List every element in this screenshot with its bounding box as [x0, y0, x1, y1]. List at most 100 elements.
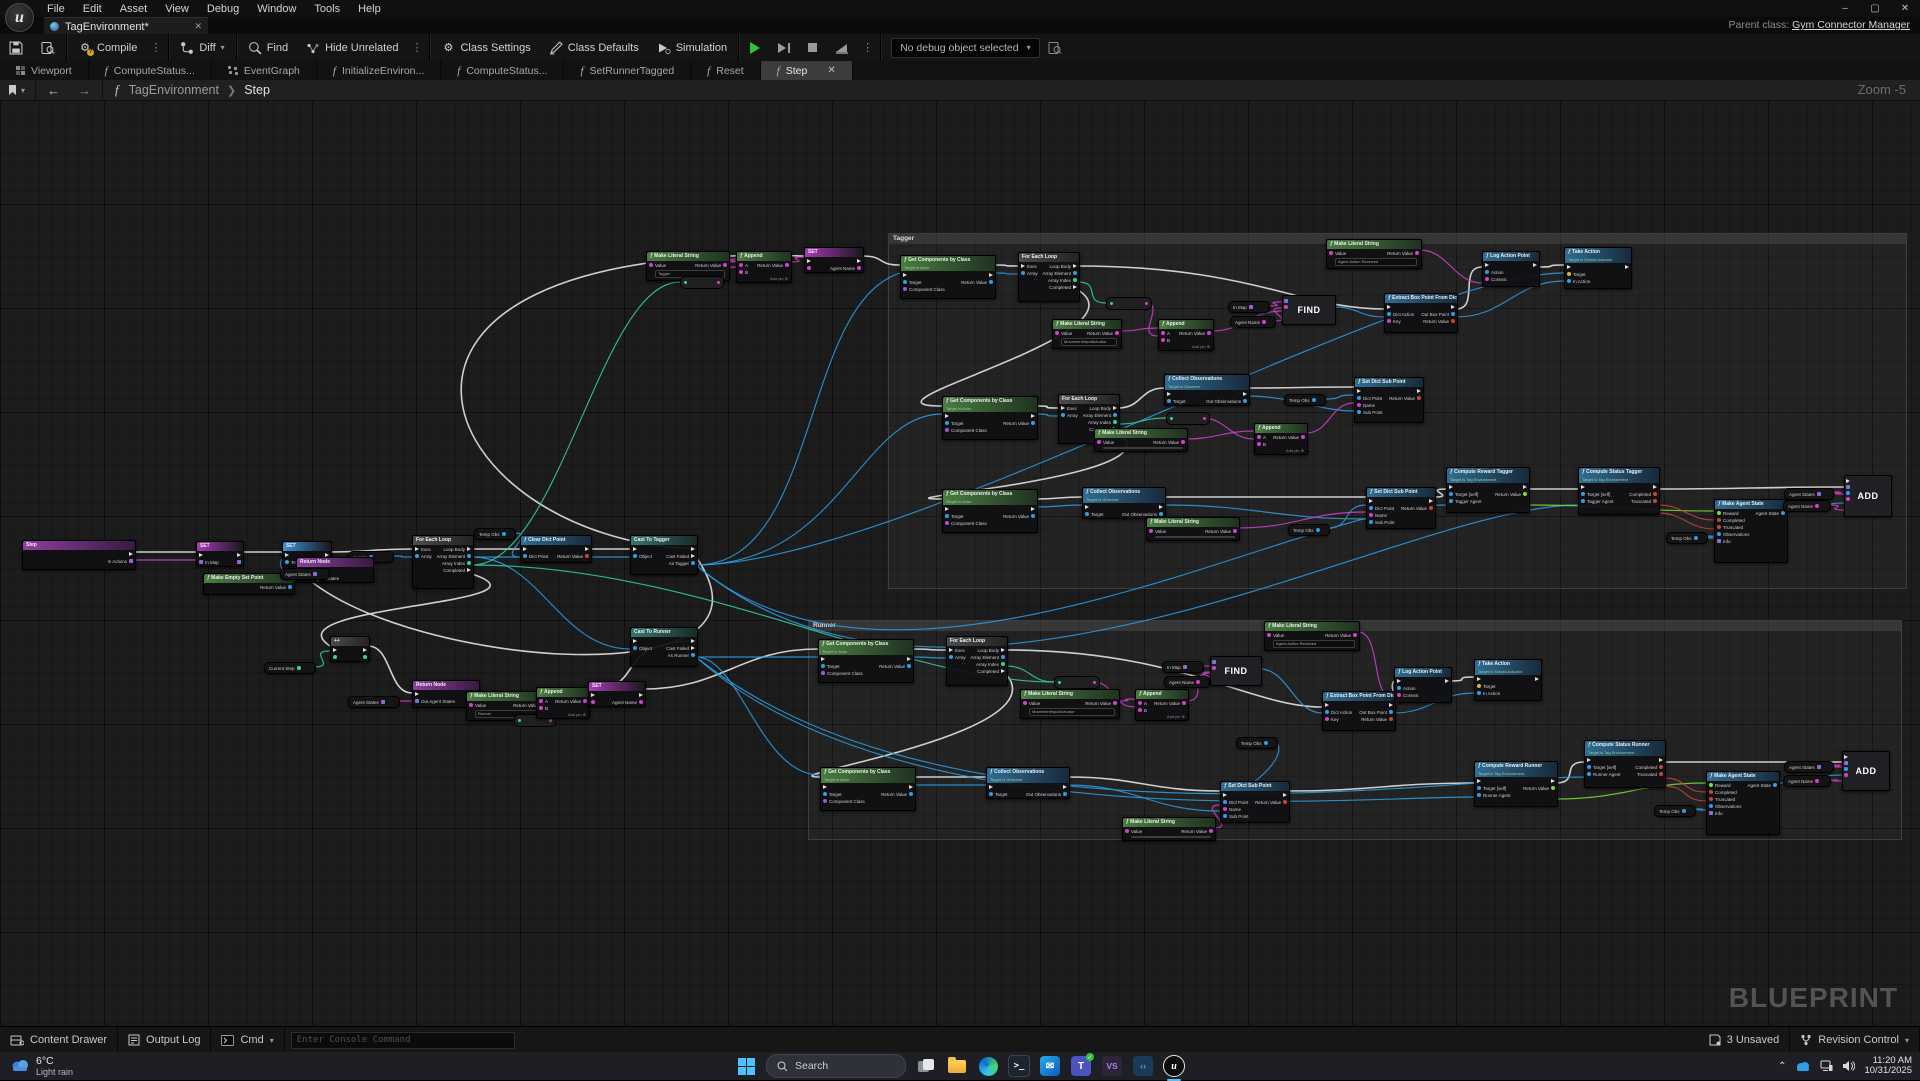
- parent-class-link[interactable]: Gym Connector Manager: [1792, 19, 1910, 31]
- graph-node-cast-to-runner[interactable]: Cast To RunnerObjectCast FailedAs Runner: [630, 627, 698, 667]
- node-value-box[interactable]: [1131, 836, 1211, 838]
- hide-unrelated-button[interactable]: Hide Unrelated: [297, 34, 407, 61]
- diff-button[interactable]: Diff ▾: [171, 34, 233, 61]
- graph-node-get-components-by-class[interactable]: ƒ Get Components by ClassTarget is Actor…: [820, 767, 916, 811]
- frame-skip-button[interactable]: [769, 34, 799, 61]
- variable-pill-temp-obs[interactable]: Temp Obs: [1666, 532, 1708, 544]
- variable-pill-current-step[interactable]: Current Step: [264, 662, 316, 674]
- compile-options-icon[interactable]: ⋮: [146, 41, 166, 54]
- variable-pill-agent-states[interactable]: Agent States: [1784, 488, 1834, 500]
- node-value-box[interactable]: [1103, 447, 1183, 449]
- add-pin-button[interactable]: Add pin ⊕: [537, 712, 589, 718]
- menu-tools[interactable]: Tools: [305, 1, 349, 17]
- graph-tab-reset[interactable]: fReset: [691, 61, 761, 80]
- console-command-input[interactable]: [291, 1032, 515, 1049]
- hide-unrelated-options-icon[interactable]: ⋮: [407, 41, 427, 54]
- graph-node-get-components-by-class[interactable]: ƒ Get Components by ClassTarget is Actor…: [942, 396, 1038, 440]
- node-value-box[interactable]: Agent Action Received: [1335, 258, 1417, 266]
- variable-pill-temp-obs[interactable]: Temp Obs: [474, 528, 516, 540]
- menu-view[interactable]: View: [156, 1, 198, 17]
- graph-node-set-dict-sub-point[interactable]: ƒ Set Dict Sub PointDict PointNameSub Po…: [1354, 377, 1424, 423]
- menu-help[interactable]: Help: [349, 1, 390, 17]
- menu-window[interactable]: Window: [248, 1, 305, 17]
- graph-node-set-dict-sub-point[interactable]: ƒ Set Dict Sub PointDict PointNameSub Po…: [1220, 781, 1290, 823]
- graph-node-append[interactable]: ƒ AppendABReturn ValueAdd pin ⊕: [1254, 423, 1308, 455]
- variable-pill-temp-obs[interactable]: Temp Obs: [1236, 737, 1278, 749]
- variable-pill-agent-states[interactable]: Agent States: [280, 568, 330, 580]
- add-pin-button[interactable]: Add pin ⊕: [1159, 344, 1213, 350]
- graph-node-extract-box-point-from-dict[interactable]: ƒ Extract Box Point From DictDict Action…: [1384, 293, 1458, 333]
- graph-node-set[interactable]: SETAgent Name: [804, 247, 864, 273]
- graph-node-log-action-point[interactable]: ƒ Log Action PointActionContext: [1394, 667, 1452, 703]
- task-view-button[interactable]: [915, 1055, 937, 1077]
- graph-node-collect-observations[interactable]: ƒ Collect ObservationsTarget is Observer…: [1082, 487, 1166, 519]
- conversion-node[interactable]: [1106, 297, 1152, 310]
- graph-node-make-literal-string[interactable]: ƒ Make Literal StringValueReturn ValueAg…: [1326, 239, 1422, 269]
- graph-node-collect-observations[interactable]: ƒ Collect ObservationsTarget is Observer…: [1164, 374, 1250, 406]
- graph-node-compute-reward-tagger[interactable]: ƒ Compute Reward TaggerTarget is Tag Env…: [1446, 467, 1530, 513]
- output-log-button[interactable]: Output Log: [118, 1027, 211, 1053]
- file-explorer-button[interactable]: [946, 1055, 968, 1077]
- add-pin-button[interactable]: Add pin ⊕: [1136, 714, 1188, 720]
- variable-pill-agent-name[interactable]: Agent Name: [1164, 676, 1210, 688]
- menu-debug[interactable]: Debug: [198, 1, 248, 17]
- graph-node-add[interactable]: ADD: [1842, 751, 1890, 791]
- graph-node-make-literal-string[interactable]: ƒ Make Literal StringValueReturn ValueAg…: [1264, 621, 1360, 651]
- variable-pill-in-map[interactable]: In Map: [1228, 301, 1270, 313]
- class-settings-button[interactable]: ⚙ Class Settings: [432, 34, 539, 61]
- add-pin-button[interactable]: Add pin ⊕: [737, 276, 791, 282]
- variable-pill-agent-states[interactable]: Agent States: [348, 696, 400, 708]
- graph-node-find[interactable]: FIND: [1210, 656, 1262, 686]
- menu-file[interactable]: File: [38, 1, 74, 17]
- asset-tab-close-icon[interactable]: ✕: [194, 21, 202, 32]
- graph-node-set[interactable]: SETIn Map: [196, 541, 244, 567]
- tray-expand-icon[interactable]: ⌃: [1778, 1061, 1786, 1072]
- graph-node-compute-status-tagger[interactable]: ƒ Compute Status TaggerTarget is Tag Env…: [1578, 467, 1660, 515]
- graph-tab-computestatus-[interactable]: fComputeStatus...: [441, 61, 564, 80]
- visual-studio-button[interactable]: VS: [1101, 1055, 1123, 1077]
- back-button[interactable]: ←: [38, 83, 69, 98]
- asset-tab[interactable]: TagEnvironment* ✕: [44, 17, 208, 35]
- graph-node-make-literal-string[interactable]: ƒ Make Literal StringValueReturn Value: [1094, 428, 1188, 452]
- graph-node-get-components-by-class[interactable]: ƒ Get Components by ClassTarget is Actor…: [900, 255, 996, 299]
- conversion-node[interactable]: [1054, 676, 1100, 689]
- edge-button[interactable]: [977, 1055, 999, 1077]
- unreal-engine-button[interactable]: u: [1163, 1055, 1185, 1077]
- conversion-node[interactable]: [1166, 412, 1210, 425]
- graph-node-find[interactable]: FIND: [1282, 295, 1336, 325]
- graph-node-log-action-point[interactable]: ƒ Log Action PointActionContext: [1482, 251, 1540, 287]
- graph-node-make-agent-state[interactable]: ƒ Make Agent StateRewardCompletedTruncat…: [1714, 499, 1788, 563]
- graph-node-set[interactable]: SETAgent Name: [588, 681, 646, 707]
- node-value-box[interactable]: MovementInputActuator: [1061, 338, 1117, 346]
- graph-node-make-literal-string[interactable]: ƒ Make Literal StringValueReturn ValueMo…: [1020, 689, 1120, 719]
- graph-tab-viewport[interactable]: Viewport: [0, 61, 89, 80]
- graph-tab-initializeenviron-[interactable]: fInitializeEnviron...: [317, 61, 441, 80]
- graph-node-get-components-by-class[interactable]: ƒ Get Components by ClassTarget is Actor…: [818, 639, 914, 683]
- graph-node-get-components-by-class[interactable]: ƒ Get Components by ClassTarget is Actor…: [942, 489, 1038, 533]
- unsaved-button[interactable]: 3 Unsaved: [1699, 1027, 1791, 1053]
- find-button[interactable]: Find: [239, 34, 297, 61]
- graph-node-append[interactable]: ƒ AppendABReturn ValueAdd pin ⊕: [1135, 689, 1189, 721]
- forward-button[interactable]: →: [69, 83, 100, 98]
- bookmark-dropdown[interactable]: ▾: [0, 84, 33, 96]
- graph-node-make-literal-string[interactable]: ƒ Make Literal StringValueReturn Value: [1146, 517, 1240, 541]
- simulation-button[interactable]: Simulation: [648, 34, 736, 61]
- graph-tab-eventgraph[interactable]: EventGraph: [212, 61, 317, 80]
- terminal-button[interactable]: >_: [1008, 1055, 1030, 1077]
- network-icon[interactable]: [1820, 1060, 1833, 1072]
- graph-node-add[interactable]: ADD: [1844, 475, 1892, 517]
- play-options-icon[interactable]: ⋮: [858, 41, 878, 54]
- breadcrumb-root[interactable]: TagEnvironment: [129, 83, 219, 97]
- class-defaults-button[interactable]: Class Defaults: [540, 34, 648, 61]
- minimize-button[interactable]: –: [1830, 0, 1860, 17]
- blueprint-graph-canvas[interactable]: BLUEPRINT TaggerRunnerStepIn ActionsSETI…: [0, 100, 1920, 1026]
- graph-node-make-agent-state[interactable]: ƒ Make Agent StateRewardCompletedTruncat…: [1706, 771, 1780, 835]
- close-icon[interactable]: ✕: [827, 65, 835, 76]
- graph-node-append[interactable]: ƒ AppendABReturn ValueAdd pin ⊕: [1158, 319, 1214, 351]
- taskbar-search[interactable]: Search: [766, 1054, 906, 1078]
- menu-edit[interactable]: Edit: [74, 1, 111, 17]
- volume-icon[interactable]: [1842, 1060, 1855, 1072]
- eject-button[interactable]: [826, 34, 858, 61]
- node-value-box[interactable]: MovementInputActuator: [1029, 708, 1115, 716]
- onedrive-icon[interactable]: [1795, 1061, 1811, 1072]
